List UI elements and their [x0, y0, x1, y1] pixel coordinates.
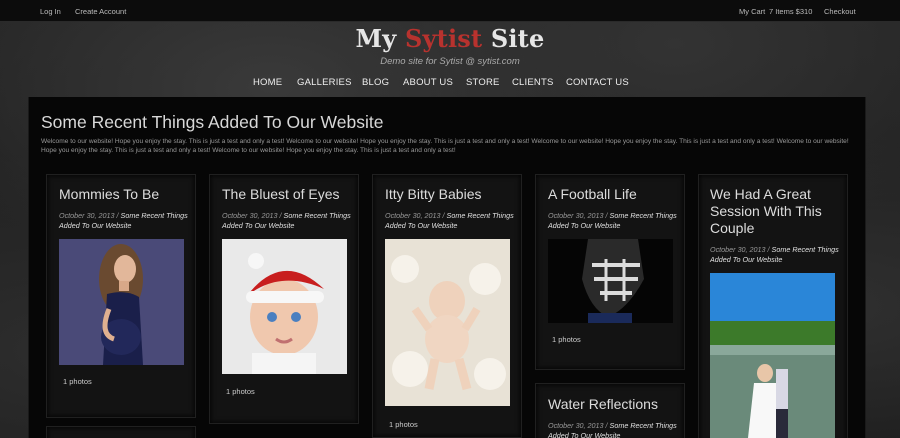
photo-couple-river[interactable] [710, 273, 835, 438]
login-link[interactable]: Log In [40, 7, 61, 16]
site-logo[interactable]: My Sytist Site [0, 24, 900, 53]
card-date: October 30, 2013 / Some Recent Things Ad… [548, 421, 677, 438]
card-date: October 30, 2013 / Some Recent Things Ad… [222, 211, 351, 230]
card-title[interactable]: The Bluest of Eyes [222, 186, 340, 203]
nav-store[interactable]: STORE [466, 77, 500, 88]
gallery-card-partial[interactable] [46, 426, 196, 438]
nav-contact-us[interactable]: CONTACT US [566, 77, 629, 88]
cart-items-summary[interactable]: 7 Items $310 [769, 7, 812, 16]
top-bar: Log In Create Account My Cart 7 Items $3… [0, 0, 900, 22]
photo-count: 1 photos [63, 377, 92, 386]
intro-text: Welcome to our website! Hope you enjoy t… [41, 138, 849, 155]
card-title[interactable]: Itty Bitty Babies [385, 186, 481, 203]
card-date: October 30, 2013 / Some Recent Things Ad… [710, 245, 839, 264]
photo-baby-santa-hat[interactable] [222, 239, 347, 374]
create-account-link[interactable]: Create Account [75, 7, 126, 16]
card-date: October 30, 2013 / Some Recent Things Ad… [59, 211, 188, 230]
photo-count: 1 photos [226, 387, 255, 396]
main-nav: HOME GALLERIES BLOG ABOUT US STORE CLIEN… [0, 77, 900, 91]
card-title[interactable]: Water Reflections [548, 396, 658, 413]
card-date: October 30, 2013 / Some Recent Things Ad… [385, 211, 514, 230]
photo-football-helmet[interactable] [548, 239, 673, 323]
photo-pregnant-woman[interactable] [59, 239, 184, 365]
photo-baby-feathers[interactable] [385, 239, 510, 406]
page-heading: Some Recent Things Added To Our Website [41, 112, 384, 132]
nav-home[interactable]: HOME [253, 77, 282, 88]
nav-galleries[interactable]: GALLERIES [297, 77, 352, 88]
photo-count: 1 photos [552, 335, 581, 344]
nav-blog[interactable]: BLOG [362, 77, 389, 88]
nav-about-us[interactable]: ABOUT US [403, 77, 453, 88]
photo-count: 1 photos [389, 420, 418, 429]
card-title[interactable]: Mommies To Be [59, 186, 159, 203]
card-title[interactable]: We Had A Great Session With This Couple [710, 186, 838, 237]
my-cart-link[interactable]: My Cart [739, 7, 765, 16]
site-tagline: Demo site for Sytist @ sytist.com [380, 56, 520, 67]
card-title[interactable]: A Football Life [548, 186, 637, 203]
nav-clients[interactable]: CLIENTS [512, 77, 554, 88]
card-date: October 30, 2013 / Some Recent Things Ad… [548, 211, 677, 230]
checkout-link[interactable]: Checkout [824, 7, 856, 16]
